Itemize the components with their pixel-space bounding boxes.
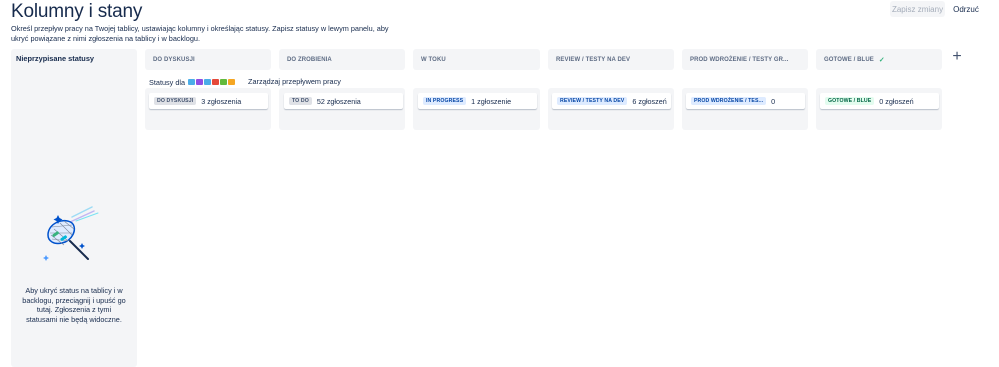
done-check-icon: ✓ (878, 56, 885, 64)
status-card-in-progress[interactable]: IN PROGRESS 1 zgłoszenie (418, 93, 537, 109)
column-title: PROD WDROŻENIE / TESTY GR... (690, 56, 789, 63)
page-description: Określ przepływ pracy na Twojej tablicy,… (11, 24, 389, 43)
column-header-w-toku[interactable]: W TOKU (413, 49, 540, 70)
epic-icon (196, 78, 203, 86)
column-header-gotowe[interactable]: GOTOWE / BLUE ✓ (816, 49, 942, 70)
issue-count: 3 zgłoszenia (201, 96, 242, 106)
status-lozenge: DO DYSKUSJI (154, 97, 197, 105)
status-card-gotowe[interactable]: GOTOWE / BLUE 0 zgłoszeń (820, 93, 939, 109)
unassigned-statuses-title: Nieprzypisane statusy (16, 54, 95, 63)
column-title: REVIEW / TESTY NA DEV (556, 56, 631, 63)
status-card-prod-wdrozenie[interactable]: PROD WDROŻENIE / TES... 0 (686, 93, 805, 109)
issue-count: 0 zgłoszeń (879, 96, 914, 106)
status-lozenge: PROD WDROŻENIE / TES... (691, 97, 767, 105)
status-card-do-dyskusji[interactable]: DO DYSKUSJI 3 zgłoszenia (149, 93, 268, 109)
improvement-icon (228, 78, 235, 86)
column-title: GOTOWE / BLUE (824, 56, 874, 63)
save-changes-button[interactable]: Zapisz zmiany (890, 1, 945, 17)
status-lozenge: REVIEW / TESTY NA DEV (557, 97, 628, 105)
page-title: Kolumny i stany (11, 1, 143, 22)
issue-count: 0 (771, 96, 776, 106)
issue-count: 6 zgłoszeń (632, 96, 667, 106)
statuses-for-row: Statusy dla (149, 77, 235, 87)
status-card-review[interactable]: REVIEW / TESTY NA DEV 6 zgłoszeń (552, 93, 671, 109)
unassigned-statuses-panel[interactable]: Nieprzypisane statusy Aby ukryć status n… (11, 49, 137, 367)
bug-icon (212, 78, 219, 86)
issue-count: 52 zgłoszenia (316, 96, 361, 106)
column-header-prod-wdrozenie[interactable]: PROD WDROŻENIE / TESTY GR... (682, 49, 808, 70)
column-title: DO DYSKUSJI (153, 56, 195, 63)
column-title: DO ZROBIENIA (287, 56, 332, 63)
status-lozenge: IN PROGRESS (423, 97, 467, 105)
task-icon (188, 78, 195, 86)
status-lozenge: TO DO (289, 97, 312, 105)
issue-count: 1 zgłoszenie (471, 96, 512, 106)
add-column-plus-icon[interactable]: + (949, 49, 965, 65)
discard-button[interactable]: Odrzuć (950, 1, 982, 17)
statuses-for-label: Statusy dla (149, 77, 186, 87)
column-header-review[interactable]: REVIEW / TESTY NA DEV (548, 49, 674, 70)
column-title: W TOKU (421, 56, 446, 63)
subtask-icon (204, 78, 211, 86)
status-lozenge: GOTOWE / BLUE (825, 97, 875, 105)
column-header-do-dyskusji[interactable]: DO DYSKUSJI (145, 49, 271, 70)
column-header-do-zrobienia[interactable]: DO ZROBIENIA (279, 49, 405, 70)
manage-workflow-link[interactable]: Zarządzaj przepływem pracy (248, 77, 341, 86)
unassigned-hint-text: Aby ukryć status na tablicy i w backlogu… (22, 286, 126, 325)
story-icon (220, 78, 227, 86)
status-card-to-do[interactable]: TO DO 52 zgłoszenia (284, 93, 403, 109)
racket-illustration-icon (42, 205, 106, 265)
